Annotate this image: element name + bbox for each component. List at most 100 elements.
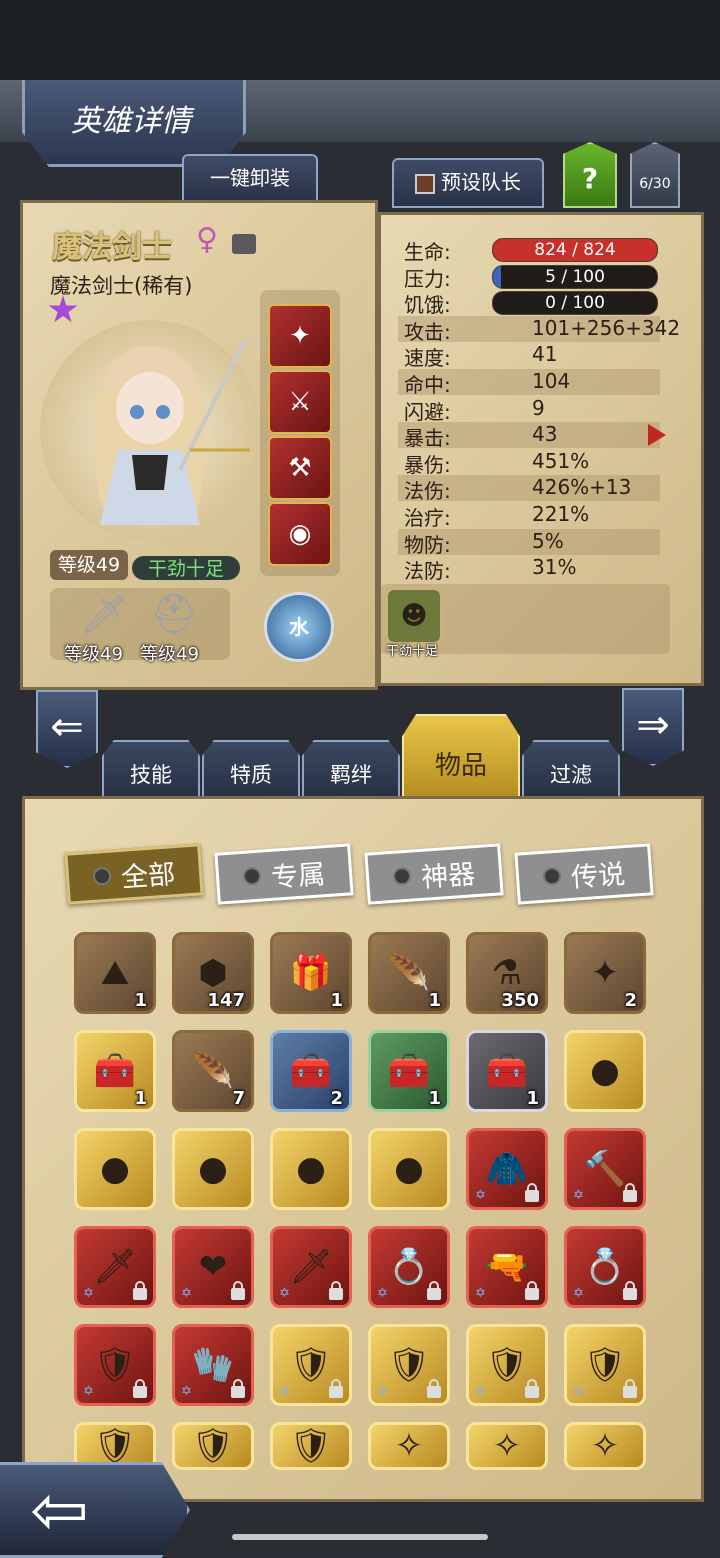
radio-dot-icon [392,866,412,886]
tab-items[interactable]: 物品 [402,714,520,804]
stat-row: 法防: 31% [398,555,660,583]
trait-badge: 干劲十足 [132,556,240,580]
inventory-item[interactable]: 🧰 1 [74,1030,156,1112]
inventory-item[interactable]: 🛡 ✡ [564,1324,646,1406]
inventory-item[interactable]: 🔫 ✡ [466,1226,548,1308]
stat-row: 暴伤: 451% [398,448,660,477]
filter-legendary[interactable]: 传说 [514,843,654,905]
equip-slot-dagger[interactable]: ⚔ [268,370,332,434]
tab-filter[interactable]: 过滤 [522,740,620,804]
inventory-item[interactable]: 🧤 ✡ [172,1324,254,1406]
stat-value: 104 [532,369,571,393]
item-icon: ✧ [590,1426,620,1466]
star-tag-icon: ✡ [83,1286,94,1301]
stat-row: 暴击: 43 [398,422,660,451]
next-hero-button[interactable]: ⇒ [622,688,684,766]
tab-skills[interactable]: 技能 [102,740,200,804]
equip-slot-staff[interactable]: ✦ [268,304,332,368]
weapon-level: 等级49 [64,644,123,665]
stat-row: 攻击: 101+256+342 [398,315,680,344]
inventory-item[interactable]: ⬢ 147 [172,932,254,1014]
stat-label: 暴击: [404,426,451,451]
equip-slot-axe[interactable]: ⚒ [268,436,332,500]
item-count: 2 [624,990,637,1011]
item-count: 147 [207,990,245,1011]
inventory-item[interactable]: ✧ [368,1422,450,1470]
inventory-item[interactable]: 🛡 ✡ [466,1324,548,1406]
inventory-item[interactable]: 🔨 ✡ [564,1128,646,1210]
equip-slot-bracer[interactable]: ◉ [268,502,332,566]
item-count: 1 [526,1088,539,1109]
tab-bonds[interactable]: 羁绊 [302,740,400,804]
inventory-item[interactable]: 🛡 ✡ [270,1324,352,1406]
filter-artifact[interactable]: 神器 [364,843,504,905]
radio-dot-icon [542,866,562,886]
item-icon: 🪶 [387,953,431,993]
preset-captain-label: 预设队长 [441,170,521,194]
lock-icon [525,1183,539,1202]
expand-arrow-icon[interactable] [648,424,666,446]
inventory-item[interactable]: ● [74,1128,156,1210]
unequip-all-button[interactable]: 一键卸装 [182,154,318,204]
stat-value: 41 [532,342,558,367]
preset-captain-button[interactable]: 预设队长 [392,158,544,208]
filter-all[interactable]: 全部 [64,843,204,905]
edit-name-icon[interactable] [232,234,256,254]
inventory-item[interactable]: 🧰 1 [466,1030,548,1112]
inventory-item[interactable]: ✦ 2 [564,932,646,1014]
inventory-item[interactable]: 🛡 ✡ [74,1324,156,1406]
star-tag-icon: ✡ [377,1384,388,1399]
tab-traits[interactable]: 特质 [202,740,300,804]
item-icon: ● [100,1149,130,1189]
inventory-item[interactable]: 💍 ✡ [368,1226,450,1308]
inventory-item[interactable]: ● [368,1128,450,1210]
helmet-icon[interactable]: ⛑ [150,592,198,637]
inventory-item[interactable]: ⛰ 1 [74,932,156,1014]
inventory-item[interactable]: ✧ [466,1422,548,1470]
inventory-item[interactable]: ● [270,1128,352,1210]
inventory-item[interactable]: 🛡 [270,1422,352,1470]
sword-icon[interactable]: 🗡 [80,592,128,637]
stat-value: 451% [532,448,590,473]
inventory-item[interactable]: 🛡 [172,1422,254,1470]
inventory-item[interactable]: 🪶 7 [172,1030,254,1112]
item-icon: 🛡 [93,1345,137,1385]
item-icon: 🧰 [93,1051,137,1091]
inventory-item[interactable]: 💍 ✡ [564,1226,646,1308]
item-icon: ● [296,1149,326,1189]
inventory-item[interactable]: ❤ ✡ [172,1226,254,1308]
inventory-item[interactable]: 🪶 1 [368,932,450,1014]
lock-icon [133,1281,147,1300]
stat-label: 压力: [404,266,451,291]
item-icon: 🗡 [93,1247,137,1287]
lock-icon [525,1281,539,1300]
help-button[interactable]: ? [563,142,617,208]
prev-hero-button[interactable]: ⇐ [36,690,98,768]
item-count: 350 [501,990,539,1011]
item-icon: ● [198,1149,228,1189]
inventory-item[interactable]: 🎁 1 [270,932,352,1014]
trait-energetic-icon[interactable]: ☻ [386,588,442,644]
filter-exclusive[interactable]: 专属 [214,843,354,905]
item-icon: 🔨 [583,1149,627,1189]
inventory-item[interactable]: ● [172,1128,254,1210]
checkbox-icon[interactable] [415,173,435,194]
inventory-item[interactable]: ● [564,1030,646,1112]
inventory-item[interactable]: 🛡 ✡ [368,1324,450,1406]
inventory-item[interactable]: 🗡 ✡ [270,1226,352,1308]
stat-row: 治疗: 221% [398,502,660,530]
stat-bar: 5 / 100 [492,264,658,289]
inventory-item[interactable]: ✧ [564,1422,646,1470]
inventory-item[interactable]: 🧰 2 [270,1030,352,1112]
item-icon: 🛡 [387,1345,431,1385]
item-icon: ● [394,1149,424,1189]
inventory-item[interactable]: 🗡 ✡ [74,1226,156,1308]
inventory-item[interactable]: 🧥 ✡ [466,1128,548,1210]
stat-value: 221% [532,502,590,526]
inventory-item[interactable]: 🧰 1 [368,1030,450,1112]
item-icon: 🛡 [191,1426,235,1466]
back-button[interactable]: ⇦ [0,1462,190,1558]
element-water-icon[interactable]: 水 [264,592,334,662]
item-icon: 🛡 [289,1345,333,1385]
inventory-item[interactable]: ⚗ 350 [466,932,548,1014]
